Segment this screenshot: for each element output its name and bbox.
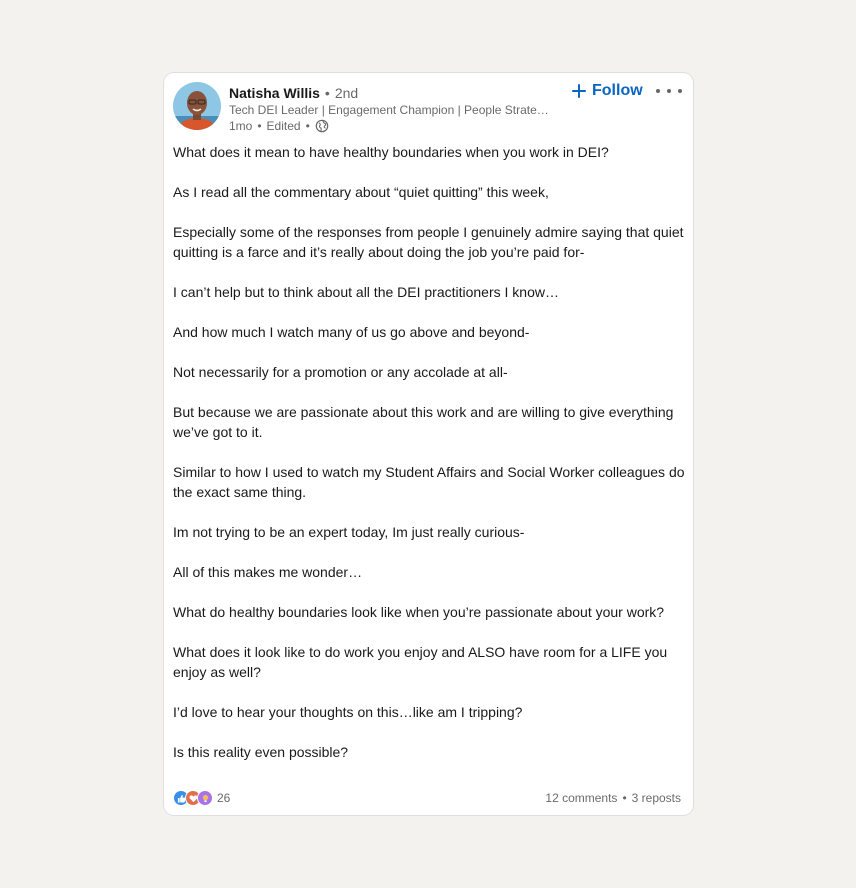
post-paragraph: And how much I watch many of us go above… (173, 324, 530, 340)
globe-icon (315, 119, 329, 133)
separator-bullet: • (622, 791, 627, 805)
separator-bullet: • (257, 119, 262, 133)
more-dot (678, 89, 682, 93)
separator-bullet: • (324, 85, 330, 101)
post-body: What does it mean to have healthy bounda… (173, 142, 685, 762)
follow-button[interactable]: Follow (572, 81, 643, 101)
avatar-photo (173, 82, 221, 130)
post-paragraph: Especially some of the responses from pe… (173, 224, 684, 260)
post-paragraph: What do healthy boundaries look like whe… (173, 604, 665, 620)
feed-post-card: Natisha Willis • 2nd Tech DEI Leader | E… (164, 73, 693, 815)
follow-label: Follow (592, 82, 643, 99)
reactions-summary[interactable]: 26 (173, 790, 230, 806)
more-options-button[interactable] (656, 81, 682, 101)
reaction-count: 26 (217, 791, 231, 805)
plus-icon (572, 84, 586, 98)
actor-name[interactable]: Natisha Willis (229, 85, 320, 101)
social-counts: 26 12 comments • 3 reposts (173, 789, 681, 807)
post-paragraph: What does it look like to do work you en… (173, 644, 668, 680)
connection-degree: 2nd (334, 85, 359, 101)
post-paragraph: But because we are passionate about this… (173, 404, 674, 440)
actor-name-row: Natisha Willis • 2nd (229, 83, 358, 103)
edited-label: Edited (266, 119, 301, 133)
post-paragraph: Not necessarily for a promotion or any a… (173, 364, 508, 380)
separator-bullet: • (305, 119, 310, 133)
engagement-counts: 12 comments • 3 reposts (545, 791, 681, 805)
post-paragraph: I’d love to hear your thoughts on this…l… (173, 704, 523, 720)
post-paragraph: What does it mean to have healthy bounda… (173, 144, 609, 160)
insightful-icon (197, 790, 213, 806)
post-paragraph: Is this reality even possible? (173, 744, 349, 760)
actor-avatar[interactable] (173, 82, 221, 130)
post-paragraph: Similar to how I used to watch my Studen… (173, 464, 685, 500)
comments-count-link[interactable]: 12 comments (545, 791, 617, 805)
reposts-count-link[interactable]: 3 reposts (632, 791, 681, 805)
reaction-icons (173, 790, 213, 806)
post-meta: 1mo • Edited • (229, 118, 329, 134)
post-paragraph: I can’t help but to think about all the … (173, 284, 559, 300)
post-paragraph: As I read all the commentary about “quie… (173, 184, 549, 200)
actor-headline: Tech DEI Leader | Engagement Champion | … (229, 103, 554, 117)
post-paragraph: All of this makes me wonder… (173, 564, 363, 580)
more-dot (667, 89, 671, 93)
post-time: 1mo (229, 119, 253, 133)
more-dot (656, 89, 660, 93)
post-paragraph: Im not trying to be an expert today, Im … (173, 524, 525, 540)
